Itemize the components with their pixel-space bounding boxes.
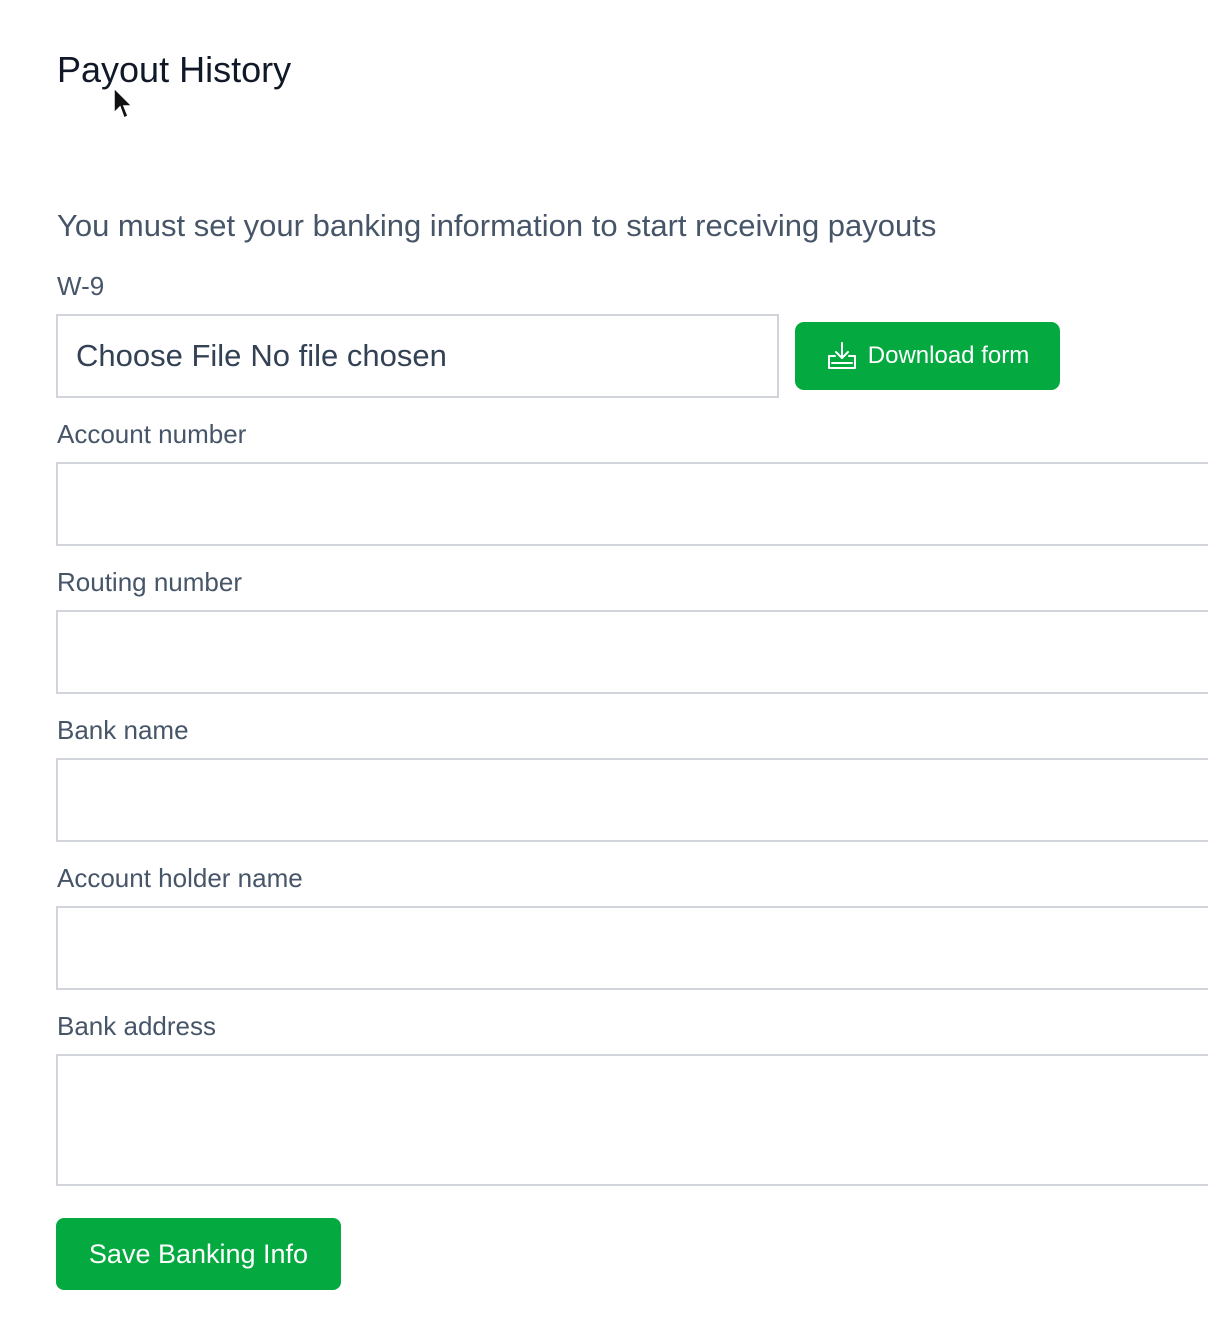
download-icon: [827, 342, 856, 369]
account-holder-name-label: Account holder name: [57, 863, 303, 893]
mouse-cursor-icon: [113, 87, 134, 120]
download-form-label: Download form: [867, 342, 1030, 369]
bank-address-textarea[interactable]: [56, 1054, 1208, 1186]
bank-name-input[interactable]: [56, 758, 1208, 842]
routing-number-label: Routing number: [57, 567, 242, 597]
choose-file-button[interactable]: Choose File: [76, 338, 241, 373]
bank-address-label: Bank address: [57, 1011, 216, 1041]
save-banking-info-button[interactable]: Save Banking Info: [56, 1218, 341, 1290]
download-form-button[interactable]: Download form: [795, 322, 1060, 390]
file-status-text: No file chosen: [250, 338, 447, 373]
page-title: Payout History: [57, 49, 292, 90]
bank-name-label: Bank name: [57, 715, 189, 745]
account-number-label: Account number: [57, 419, 247, 449]
account-number-input[interactable]: [56, 462, 1208, 546]
w9-file-input[interactable]: Choose File No file chosen: [56, 314, 779, 398]
file-input-text[interactable]: Choose File No file chosen: [58, 338, 447, 374]
w9-label: W-9: [57, 271, 105, 301]
account-holder-name-input[interactable]: [56, 906, 1208, 990]
routing-number-input[interactable]: [56, 610, 1208, 694]
banking-info-notice: You must set your banking information to…: [57, 208, 937, 243]
